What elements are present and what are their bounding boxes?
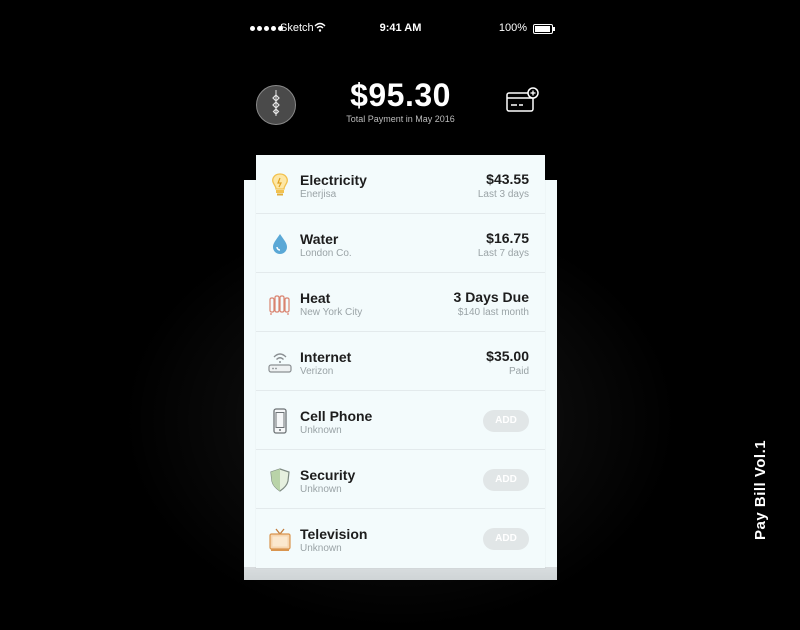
phone-screen: Sketch 9:41 AM 100% $95.30 Total Payment… — [244, 15, 557, 580]
credit-card-plus-icon[interactable] — [506, 87, 540, 115]
bill-provider: Enerjisa — [300, 189, 337, 200]
battery-percent: 100% — [498, 22, 527, 34]
list-footer-shadow — [244, 567, 557, 580]
bill-list: Electricity Enerjisa $43.55 Last 3 days … — [256, 155, 545, 568]
cell-phone-icon — [273, 408, 287, 434]
bill-provider: Unknown — [300, 543, 342, 554]
bill-amount: 3 Days Due — [453, 289, 529, 305]
bill-note: Last 3 days — [477, 189, 529, 200]
radiator-icon — [269, 295, 290, 315]
bill-amount: $43.55 — [486, 171, 529, 187]
status-bar: Sketch 9:41 AM 100% — [244, 15, 557, 43]
bill-name: Television — [300, 526, 368, 542]
lightbulb-icon — [272, 173, 288, 196]
bill-provider: Unknown — [300, 425, 342, 436]
bill-name: Water — [300, 231, 339, 247]
bill-note: Paid — [508, 366, 529, 377]
bill-name: Heat — [300, 290, 331, 306]
bill-name: Internet — [300, 349, 352, 365]
add-television-button[interactable]: ADD — [483, 528, 529, 550]
bill-note: $140 last month — [457, 307, 529, 318]
add-cell-phone-button[interactable]: ADD — [483, 410, 529, 432]
bill-name: Security — [300, 467, 356, 483]
bill-row-security[interactable]: Security Unknown ADD — [256, 450, 545, 509]
bill-row-heat[interactable]: Heat New York City 3 Days Due $140 last … — [256, 273, 545, 332]
bill-provider: New York City — [300, 307, 363, 318]
add-security-button[interactable]: ADD — [483, 469, 529, 491]
caption-title: Pay Bill Vol.1 — [752, 439, 769, 540]
router-icon — [268, 353, 292, 373]
shield-icon — [270, 468, 290, 492]
bill-name: Cell Phone — [300, 408, 373, 424]
bill-row-electricity[interactable]: Electricity Enerjisa $43.55 Last 3 days — [256, 155, 545, 214]
bill-row-cell-phone[interactable]: Cell Phone Unknown ADD — [256, 391, 545, 450]
bill-provider: Unknown — [300, 484, 342, 495]
bill-name: Electricity — [300, 172, 367, 188]
bill-amount: $35.00 — [486, 348, 529, 364]
television-icon — [269, 528, 291, 551]
total-payment-caption: Total Payment in May 2016 — [346, 114, 455, 124]
bill-provider: Verizon — [300, 366, 334, 377]
water-drop-icon — [273, 234, 287, 254]
bill-row-water[interactable]: Water London Co. $16.75 Last 7 days — [256, 214, 545, 273]
bill-note: Last 7 days — [477, 248, 529, 259]
battery-icon — [533, 24, 555, 34]
bill-row-internet[interactable]: Internet Verizon $35.00 Paid — [256, 332, 545, 391]
bill-amount: $16.75 — [486, 230, 529, 246]
bill-provider: London Co. — [300, 248, 352, 259]
bill-row-television[interactable]: Television Unknown ADD — [256, 509, 545, 568]
